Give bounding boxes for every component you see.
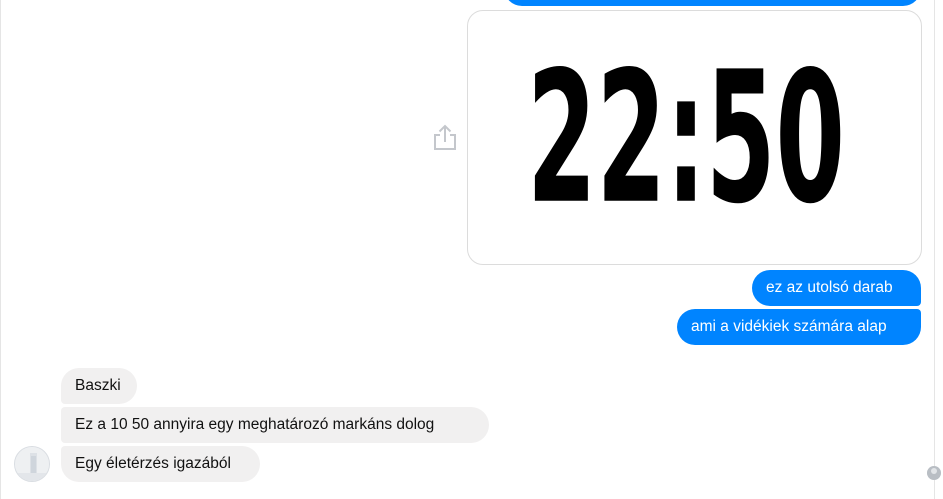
message-bubble-incoming[interactable]: Ez a 10 50 annyira egy meghatározó marká…: [61, 407, 489, 443]
message-text: Ez a 10 50 annyira egy meghatározó marká…: [75, 416, 435, 433]
thread-right-divider: [934, 0, 935, 499]
chat-thread: 22:50 ez az utolsó darab ami a vidékiek …: [0, 0, 943, 499]
contact-avatar[interactable]: [14, 446, 50, 482]
previous-outgoing-message[interactable]: [504, 0, 921, 6]
message-text: ez az utolsó darab: [766, 279, 893, 296]
seen-avatar: [927, 466, 941, 480]
message-text: Baszki: [75, 377, 121, 394]
clock-image: 22:50: [527, 33, 845, 244]
message-bubble-outgoing[interactable]: ez az utolsó darab: [752, 270, 921, 306]
clock-text: 22:50: [527, 33, 845, 244]
image-message-clock[interactable]: 22:50: [467, 10, 922, 265]
message-text: Egy életérzés igazából: [75, 455, 231, 472]
thread-left-divider: [0, 0, 1, 499]
message-bubble-incoming[interactable]: Baszki: [61, 368, 137, 404]
message-text: ami a vidékiek számára alap: [691, 318, 887, 335]
share-icon[interactable]: [431, 122, 459, 152]
message-bubble-incoming[interactable]: Egy életérzés igazából: [61, 446, 260, 482]
message-bubble-outgoing[interactable]: ami a vidékiek számára alap: [677, 309, 921, 345]
